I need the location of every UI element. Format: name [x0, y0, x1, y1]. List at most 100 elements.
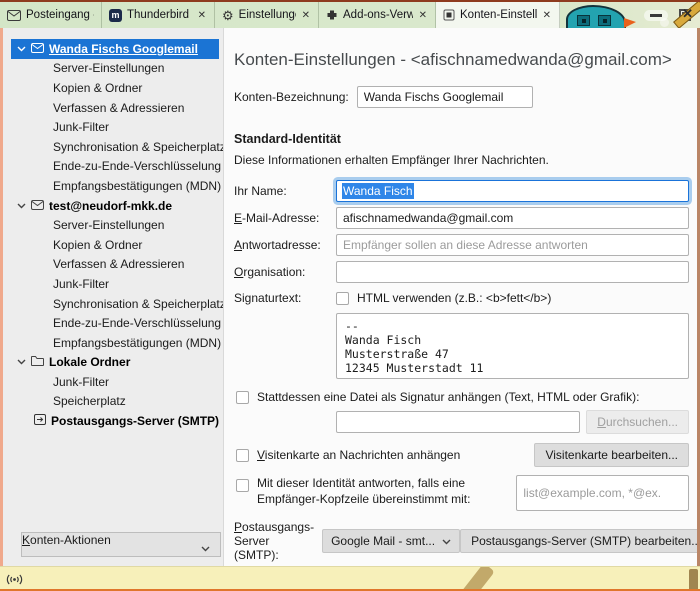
item-label: Postausgangs-Server (SMTP)	[51, 414, 219, 428]
close-icon[interactable]: ✕	[301, 10, 311, 21]
item-label: Ende-zu-Ende-Verschlüsselung	[53, 316, 221, 330]
account-settings-pane: Konten-Einstellungen - <afischnamedwanda…	[224, 28, 697, 566]
tab-strip: Posteingang - test@ne m Thunderbird Priv…	[0, 2, 700, 28]
item-label: Ende-zu-Ende-Verschlüsselung	[53, 159, 221, 173]
catchall-input[interactable]	[516, 475, 689, 511]
item-label: Server-Einstellungen	[53, 218, 164, 232]
item-label: Kopien & Ordner	[53, 81, 142, 95]
chevron-down-icon[interactable]	[17, 203, 26, 209]
chevron-down-icon[interactable]	[17, 359, 26, 365]
wallpaper-brushstroke	[459, 566, 495, 591]
signature-textarea[interactable]: -- Wanda Fisch Musterstraße 47 12345 Mus…	[336, 313, 689, 379]
reply-to-input[interactable]	[336, 234, 689, 256]
html-signature-checkbox[interactable]	[336, 292, 349, 305]
close-button[interactable]: ✕	[682, 6, 693, 22]
tab-label: Posteingang - test@ne	[26, 9, 94, 21]
account-actions-button[interactable]: Konten-Aktionen	[21, 532, 221, 557]
email-label: E-Mail-Adresse:	[234, 211, 336, 225]
envelope-icon	[7, 10, 21, 21]
sidebar-item-smtp[interactable]: Postausgangs-Server (SMTP)	[3, 411, 223, 431]
wallpaper-bird	[566, 5, 626, 28]
tab-thunderbird-privacy[interactable]: m Thunderbird Privac ✕	[102, 2, 215, 28]
sidebar-item-e2e[interactable]: Ende-zu-Ende-Verschlüsselung	[3, 313, 223, 333]
email-input[interactable]	[336, 207, 689, 229]
sidebar-item-junk[interactable]: Junk-Filter	[3, 117, 223, 137]
sidebar-item-junk[interactable]: Junk-Filter	[3, 372, 223, 392]
sidebar-item-junk[interactable]: Junk-Filter	[3, 274, 223, 294]
tab-konten-einstellungen[interactable]: Konten-Einstellung ✕	[436, 2, 560, 28]
envelope-icon	[31, 199, 44, 213]
tab-posteingang[interactable]: Posteingang - test@ne	[0, 2, 102, 28]
smtp-server-select[interactable]: Google Mail - smt...	[322, 529, 460, 553]
edit-smtp-button[interactable]: Postausgangs-Server (SMTP) bearbeiten...	[460, 529, 697, 553]
sidebar-item-speicherplatz[interactable]: Speicherplatz	[3, 392, 223, 412]
sidebar-item-kopien[interactable]: Kopien & Ordner	[3, 78, 223, 98]
name-input[interactable]: Wanda Fisch	[336, 180, 689, 202]
item-label: Empfangsbestätigungen (MDN)	[53, 179, 221, 193]
item-label: Empfangsbestätigungen (MDN)	[53, 336, 221, 350]
sidebar-item-server[interactable]: Server-Einstellungen	[3, 215, 223, 235]
wallpaper-brushstroke	[689, 569, 698, 591]
item-label: Server-Einstellungen	[53, 61, 164, 75]
account-label: Wanda Fischs Googlemail	[49, 42, 198, 56]
catchall-label: Mit dieser Identität antworten, falls ei…	[257, 475, 516, 507]
thunderbird-logo-icon: m	[109, 9, 122, 22]
gear-icon: ⚙	[222, 9, 234, 22]
chevron-down-icon	[442, 534, 451, 548]
selected-text: Wanda Fisch	[342, 183, 414, 199]
vcard-checkbox[interactable]	[236, 449, 249, 462]
sidebar-account-googlemail[interactable]: Wanda Fischs Googlemail	[11, 39, 219, 59]
sidebar-item-mdn[interactable]: Empfangsbestätigungen (MDN)	[3, 333, 223, 353]
chevron-down-icon	[201, 541, 210, 555]
close-icon[interactable]: ✕	[542, 10, 552, 21]
folder-icon	[31, 355, 44, 369]
sidebar-item-sync[interactable]: Synchronisation & Speicherplatz	[3, 137, 223, 157]
account-settings-icon	[443, 9, 455, 21]
item-label: Verfassen & Adressieren	[53, 257, 184, 271]
account-tree: Wanda Fischs Googlemail Server-Einstellu…	[3, 28, 224, 566]
item-label: Synchronisation & Speicherplatz	[53, 140, 223, 154]
organization-label: Organisation:	[234, 265, 336, 279]
tab-label: Thunderbird Privac	[127, 9, 192, 21]
tab-einstellungen[interactable]: ⚙ Einstellungen ✕	[215, 2, 319, 28]
minimize-button[interactable]	[644, 10, 668, 21]
attach-signature-file-checkbox[interactable]	[236, 391, 249, 404]
item-label: Kopien & Ordner	[53, 238, 142, 252]
account-name-label: Konten-Bezeichnung:	[234, 90, 349, 104]
page-title: Konten-Einstellungen - <afischnamedwanda…	[234, 50, 689, 70]
envelope-icon	[31, 42, 44, 56]
vcard-label: Visitenkarte an Nachrichten anhängen	[257, 448, 534, 462]
bird-beak	[624, 18, 636, 28]
sidebar-account-neudorf[interactable]: test@neudorf-mkk.de	[3, 196, 223, 216]
tab-addons[interactable]: Add-ons-Verwaltu ✕	[319, 2, 436, 28]
attach-signature-file-label: Stattdessen eine Datei als Signatur anhä…	[257, 390, 639, 404]
network-status-icon[interactable]	[6, 573, 23, 589]
sidebar-item-sync[interactable]: Synchronisation & Speicherplatz	[3, 294, 223, 314]
close-icon[interactable]: ✕	[197, 10, 207, 21]
sidebar-item-verfassen[interactable]: Verfassen & Adressieren	[3, 98, 223, 118]
sidebar-item-server[interactable]: Server-Einstellungen	[3, 59, 223, 79]
sidebar-item-mdn[interactable]: Empfangsbestätigungen (MDN)	[3, 176, 223, 196]
tab-label: Add-ons-Verwaltu	[343, 9, 413, 21]
smtp-server-icon	[34, 414, 46, 428]
organization-input[interactable]	[336, 261, 689, 283]
smtp-selected-value: Google Mail - smt...	[331, 534, 435, 548]
item-label: Speicherplatz	[53, 394, 126, 408]
close-icon[interactable]: ✕	[418, 10, 428, 21]
button-label: Konten-Aktionen	[22, 533, 111, 547]
sidebar-item-e2e[interactable]: Ende-zu-Ende-Verschlüsselung	[3, 157, 223, 177]
sidebar-account-lokale-ordner[interactable]: Lokale Ordner	[3, 353, 223, 373]
sidebar-item-verfassen[interactable]: Verfassen & Adressieren	[3, 255, 223, 275]
status-bar	[0, 566, 700, 591]
browse-button: Durchsuchen...	[586, 410, 689, 434]
chevron-down-icon[interactable]	[17, 46, 26, 52]
edit-vcard-button[interactable]: Visitenkarte bearbeiten...	[534, 443, 689, 467]
reply-to-label: Antwortadresse:	[234, 238, 336, 252]
account-name-input[interactable]	[357, 86, 533, 108]
signature-file-input[interactable]	[336, 411, 580, 433]
item-label: Junk-Filter	[53, 375, 109, 389]
item-label: Synchronisation & Speicherplatz	[53, 297, 223, 311]
bird-eye	[598, 15, 611, 26]
catchall-checkbox[interactable]	[236, 479, 249, 492]
sidebar-item-kopien[interactable]: Kopien & Ordner	[3, 235, 223, 255]
